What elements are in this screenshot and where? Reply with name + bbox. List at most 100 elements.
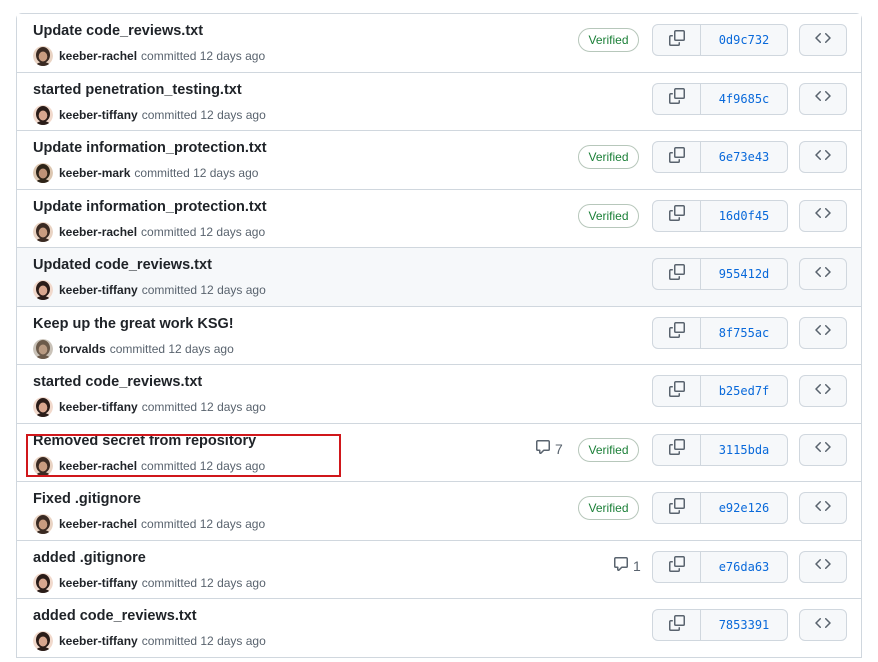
- commit-message-link[interactable]: added .gitignore: [33, 550, 146, 566]
- commit-sha-link[interactable]: 8f755ac: [701, 318, 787, 348]
- comments-link[interactable]: 1: [613, 556, 641, 576]
- author-link[interactable]: keeber-mark: [59, 166, 130, 180]
- author-link[interactable]: keeber-rachel: [59, 517, 137, 531]
- browse-repo-button[interactable]: [799, 199, 847, 232]
- commit-sha-link[interactable]: 0d9c732: [701, 25, 787, 55]
- commit-time: committed 12 days ago: [141, 517, 266, 531]
- copy-sha-button[interactable]: [653, 551, 701, 582]
- commit-message-link[interactable]: Update information_protection.txt: [33, 140, 267, 156]
- commit-time: committed 12 days ago: [141, 49, 266, 63]
- sha-button-group: 6e73e43: [652, 141, 788, 173]
- copy-icon: [668, 29, 685, 51]
- commit-message-link[interactable]: Fixed .gitignore: [33, 491, 141, 507]
- copy-sha-button[interactable]: [653, 376, 701, 406]
- browse-repo-button[interactable]: [799, 316, 847, 349]
- code-icon: [815, 556, 831, 577]
- commit-sha-link[interactable]: 6e73e43: [701, 142, 787, 172]
- commit-message-link[interactable]: Updated code_reviews.txt: [33, 257, 212, 273]
- commit-row: Update information_protection.txt keeber-…: [17, 131, 861, 190]
- commit-message-link[interactable]: started code_reviews.txt: [33, 374, 202, 390]
- browse-repo-button[interactable]: [799, 24, 847, 56]
- copy-icon: [668, 380, 685, 402]
- avatar[interactable]: [33, 221, 53, 242]
- copy-sha-button[interactable]: [653, 610, 701, 640]
- author-link[interactable]: keeber-rachel: [59, 225, 137, 239]
- browse-repo-button[interactable]: [799, 141, 847, 173]
- browse-repo-button[interactable]: [799, 550, 847, 583]
- commit-meta: keeber-mark committed 12 days ago: [33, 163, 258, 183]
- author-link[interactable]: keeber-tiffany: [59, 634, 138, 648]
- copy-sha-button[interactable]: [653, 259, 701, 289]
- browse-repo-button[interactable]: [799, 492, 847, 524]
- copy-sha-button[interactable]: [653, 25, 701, 55]
- author-link[interactable]: keeber-tiffany: [59, 108, 138, 122]
- commit-meta: keeber-tiffany committed 12 days ago: [33, 280, 266, 300]
- browse-repo-button[interactable]: [799, 258, 847, 290]
- avatar[interactable]: [33, 514, 53, 534]
- avatar[interactable]: [33, 338, 53, 359]
- avatar[interactable]: [33, 455, 53, 476]
- commit-row: started penetration_testing.txt keeber-ti…: [17, 72, 861, 131]
- verified-badge[interactable]: Verified: [578, 203, 639, 228]
- copy-sha-button[interactable]: [653, 142, 701, 172]
- code-icon: [815, 498, 831, 519]
- verified-badge[interactable]: Verified: [578, 28, 639, 52]
- author-link[interactable]: keeber-tiffany: [59, 400, 138, 414]
- commit-sha-link[interactable]: e92e126: [701, 493, 787, 523]
- copy-sha-button[interactable]: [653, 83, 701, 114]
- commit-time: committed 12 days ago: [141, 107, 266, 122]
- commit-time: committed 12 days ago: [141, 634, 266, 648]
- browse-repo-button[interactable]: [799, 609, 847, 641]
- commit-sha-link[interactable]: b25ed7f: [701, 376, 787, 406]
- commit-row: started code_reviews.txt keeber-tiffany co…: [17, 365, 861, 424]
- commit-message-link[interactable]: Update code_reviews.txt: [33, 23, 203, 39]
- copy-sha-button[interactable]: [653, 493, 701, 523]
- commit-sha-link[interactable]: 955412d: [701, 259, 787, 289]
- code-icon: [815, 264, 831, 285]
- comments-link[interactable]: 7: [535, 439, 563, 459]
- avatar[interactable]: [33, 397, 53, 417]
- commit-sha-link[interactable]: 16d0f45: [701, 201, 787, 231]
- commit-message-link[interactable]: Removed secret from repository: [33, 433, 256, 449]
- commit-message-link[interactable]: started penetration_testing.txt: [33, 82, 242, 98]
- copy-sha-button[interactable]: [653, 434, 701, 465]
- browse-repo-button[interactable]: [799, 82, 847, 115]
- verified-badge[interactable]: Verified: [578, 437, 639, 462]
- commit-message-link[interactable]: Update information_protection.txt: [33, 199, 267, 215]
- copy-sha-button[interactable]: [653, 317, 701, 348]
- commit-message-link[interactable]: added code_reviews.txt: [33, 608, 197, 624]
- avatar[interactable]: [33, 631, 53, 651]
- avatar[interactable]: [33, 104, 53, 125]
- verified-badge[interactable]: Verified: [578, 145, 639, 169]
- commit-meta: keeber-rachel committed 12 days ago: [33, 221, 265, 242]
- commit-sha-link[interactable]: 7853391: [701, 610, 787, 640]
- avatar[interactable]: [33, 572, 53, 593]
- avatar[interactable]: [33, 46, 53, 66]
- sha-button-group: 7853391: [652, 609, 788, 641]
- avatar[interactable]: [33, 163, 53, 183]
- verified-badge[interactable]: Verified: [578, 496, 639, 520]
- comment-icon: [613, 556, 633, 575]
- copy-icon: [668, 205, 685, 226]
- author-link[interactable]: keeber-rachel: [59, 49, 137, 63]
- author-link[interactable]: keeber-tiffany: [59, 576, 138, 590]
- commit-meta: keeber-tiffany committed 12 days ago: [33, 631, 266, 651]
- commit-sha-link[interactable]: e76da63: [701, 552, 787, 582]
- commit-message-link[interactable]: Keep up the great work KSG!: [33, 316, 234, 332]
- copy-sha-button[interactable]: [653, 200, 701, 231]
- commit-time: committed 12 days ago: [141, 400, 266, 414]
- commit-sha-link[interactable]: 3115bda: [701, 435, 787, 465]
- code-icon: [815, 205, 831, 226]
- commit-sha-link[interactable]: 4f9685c: [701, 84, 787, 114]
- author-link[interactable]: torvalds: [59, 342, 106, 356]
- commit-meta: keeber-rachel committed 12 days ago: [33, 455, 265, 476]
- browse-repo-button[interactable]: [799, 375, 847, 407]
- browse-repo-button[interactable]: [799, 433, 847, 466]
- avatar[interactable]: [33, 280, 53, 300]
- code-icon: [815, 439, 831, 460]
- sha-button-group: b25ed7f: [652, 375, 788, 407]
- author-link[interactable]: keeber-tiffany: [59, 283, 138, 297]
- author-link[interactable]: keeber-rachel: [59, 459, 137, 473]
- commit-meta: keeber-rachel committed 12 days ago: [33, 46, 265, 66]
- sha-button-group: 8f755ac: [652, 316, 788, 349]
